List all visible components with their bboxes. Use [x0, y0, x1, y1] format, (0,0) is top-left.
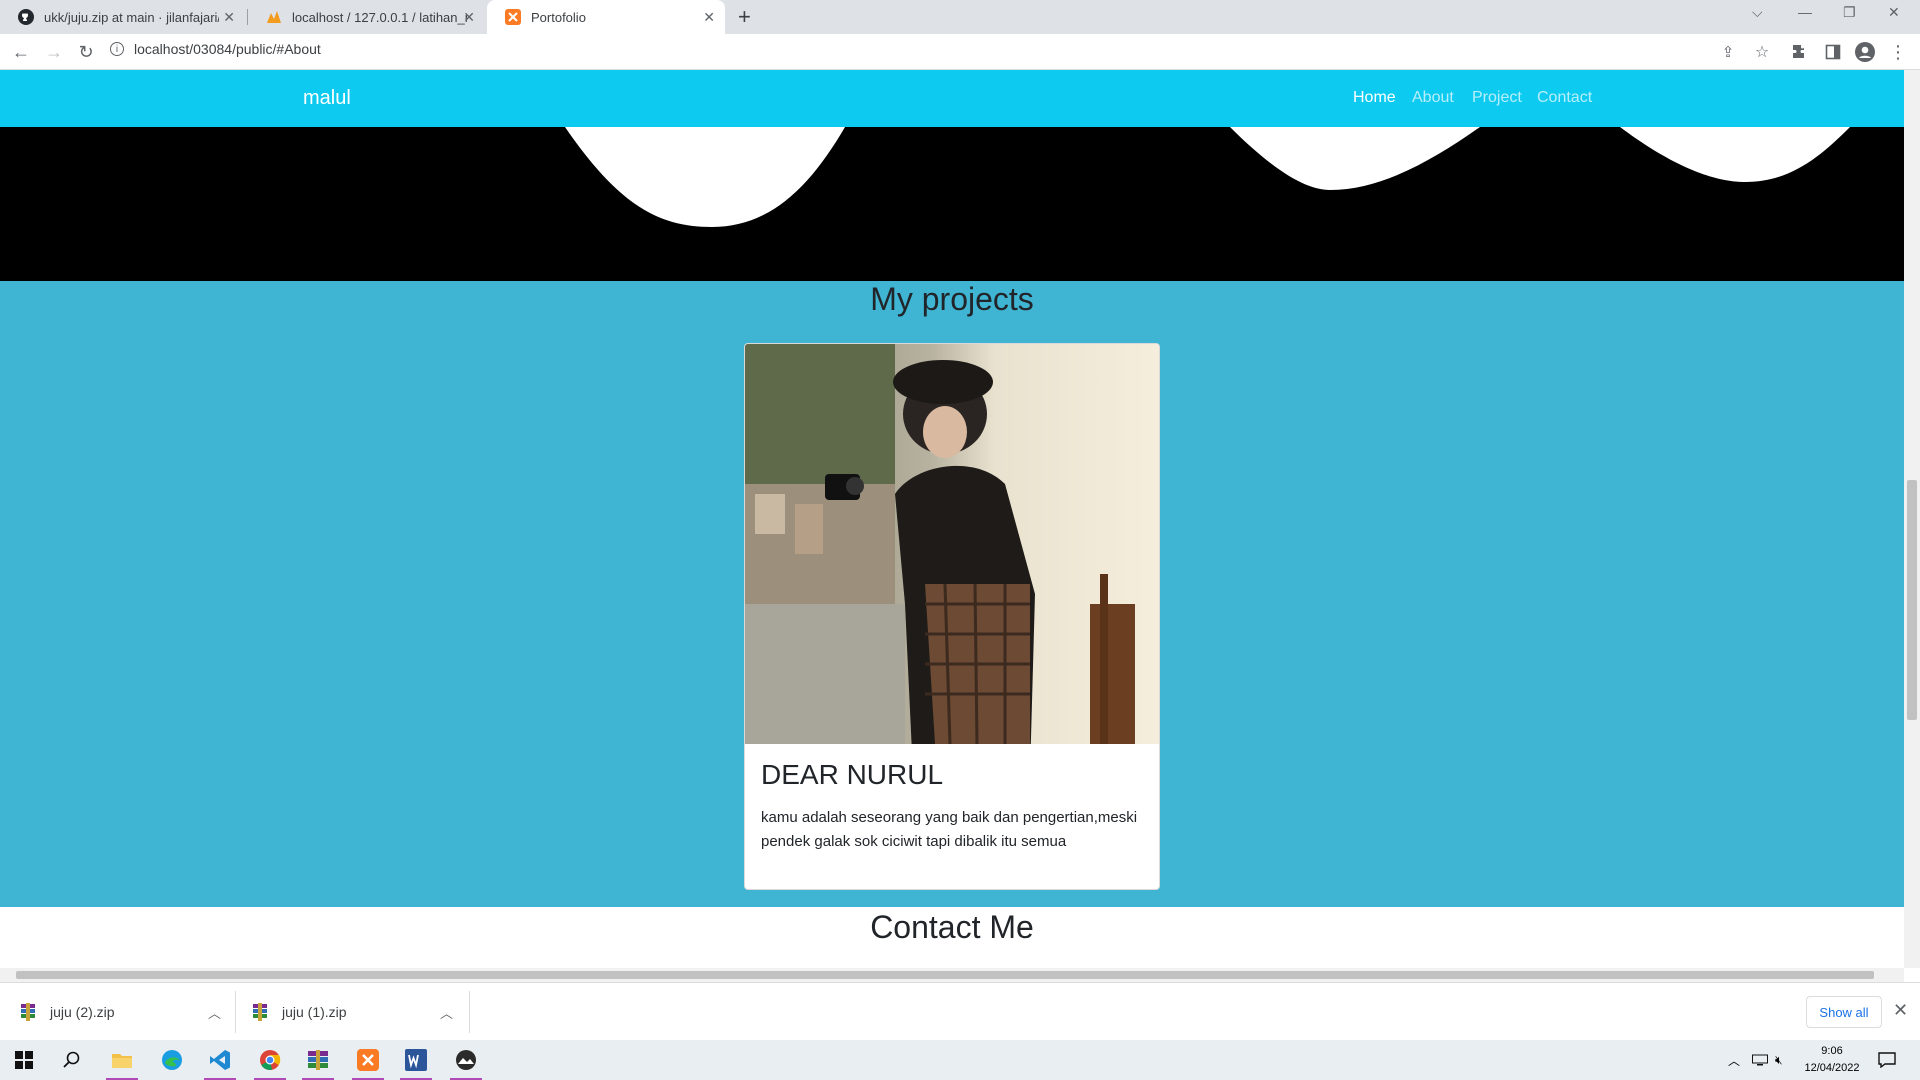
- horizontal-scroll-thumb[interactable]: [16, 971, 1874, 979]
- project-card: DEAR NURUL kamu adalah seseorang yang ba…: [744, 343, 1160, 890]
- restore-icon[interactable]: ❐: [1843, 4, 1856, 21]
- tab-title: Portofolio: [531, 9, 586, 25]
- download-filename: juju (1).zip: [282, 1004, 347, 1020]
- windows-taskbar: ︿ 🔇︎ 9:06 12/04/2022: [0, 1040, 1920, 1080]
- tray-chevron-icon[interactable]: ︿: [1728, 1040, 1740, 1080]
- network-icon[interactable]: [1752, 1040, 1768, 1080]
- browser-tab-strip: ukk/juju.zip at main · jilanfajari/u ✕ l…: [0, 0, 1920, 34]
- tab-github[interactable]: ukk/juju.zip at main · jilanfajari/u ✕: [0, 0, 245, 34]
- vscode-icon[interactable]: [196, 1040, 244, 1080]
- close-tab-icon[interactable]: ✕: [703, 9, 715, 26]
- tab-search-icon[interactable]: ⌵: [1752, 4, 1763, 21]
- clock-time: 9:06: [1821, 1045, 1843, 1057]
- url-text: localhost/03084/public/#About: [134, 41, 321, 57]
- notifications-icon[interactable]: [1878, 1040, 1896, 1080]
- project-photo: [745, 344, 1159, 744]
- share-icon[interactable]: ⇪: [1716, 40, 1740, 64]
- edge-icon[interactable]: [148, 1040, 196, 1080]
- nav-home[interactable]: Home: [1353, 89, 1396, 107]
- nav-contact[interactable]: Contact: [1537, 89, 1592, 107]
- page-viewport: malul Home About Project Contact My proj…: [0, 70, 1904, 968]
- wave-divider: [0, 127, 1904, 281]
- download-item[interactable]: juju (2).zip ︿: [20, 983, 221, 1041]
- phpmyadmin-icon: [266, 9, 282, 25]
- download-separator: [235, 991, 236, 1033]
- tab-portofolio[interactable]: Portofolio ✕: [487, 0, 725, 34]
- photos-icon[interactable]: [442, 1040, 490, 1080]
- show-all-button[interactable]: Show all: [1806, 996, 1882, 1028]
- site-navbar: malul Home About Project Contact: [0, 70, 1904, 127]
- volume-muted-icon[interactable]: 🔇︎: [1775, 1040, 1783, 1080]
- site-brand[interactable]: malul: [303, 87, 351, 110]
- close-tab-icon[interactable]: ✕: [463, 9, 475, 26]
- vertical-scroll-thumb[interactable]: [1907, 480, 1917, 720]
- word-icon[interactable]: [392, 1040, 440, 1080]
- xampp-icon: [505, 9, 521, 25]
- projects-heading: My projects: [870, 281, 1034, 317]
- card-text: kamu adalah seseorang yang baik dan peng…: [761, 809, 1138, 850]
- card-title: DEAR NURUL: [761, 759, 944, 790]
- vertical-scrollbar[interactable]: [1904, 70, 1920, 968]
- xampp-icon[interactable]: [344, 1040, 392, 1080]
- forward-icon[interactable]: →: [42, 40, 66, 64]
- github-icon: [18, 9, 34, 25]
- chrome-icon[interactable]: [246, 1040, 294, 1080]
- download-separator: [469, 991, 470, 1033]
- extensions-icon[interactable]: [1788, 40, 1812, 64]
- reload-icon[interactable]: ↻: [74, 40, 98, 64]
- bookmark-star-icon[interactable]: ☆: [1750, 40, 1774, 64]
- close-tab-icon[interactable]: ✕: [223, 9, 235, 26]
- contact-section: Contact Me: [0, 907, 1904, 968]
- clock-date: 12/04/2022: [1804, 1062, 1860, 1074]
- winrar-icon[interactable]: [294, 1040, 342, 1080]
- close-shelf-icon[interactable]: ✕: [1893, 1000, 1908, 1021]
- close-window-icon[interactable]: ✕: [1888, 4, 1900, 21]
- download-filename: juju (2).zip: [50, 1004, 115, 1020]
- winrar-file-icon: [253, 1003, 267, 1021]
- taskbar-clock[interactable]: 9:06 12/04/2022: [1800, 1043, 1864, 1077]
- new-tab-button[interactable]: +: [738, 4, 751, 30]
- contact-heading: Contact Me: [870, 909, 1034, 945]
- download-shelf: juju (2).zip ︿ juju (1).zip ︿ Show all ✕: [0, 982, 1920, 1040]
- windows-start-icon[interactable]: [0, 1040, 48, 1080]
- chevron-up-icon[interactable]: ︿: [208, 1003, 221, 1022]
- tab-phpmyadmin[interactable]: localhost / 127.0.0.1 / latihan_ma ✕: [248, 0, 485, 34]
- tab-title: localhost / 127.0.0.1 / latihan_ma: [292, 9, 467, 25]
- minimize-icon[interactable]: —: [1798, 4, 1812, 20]
- side-panel-icon[interactable]: [1821, 40, 1845, 64]
- horizontal-scrollbar[interactable]: [0, 968, 1904, 982]
- search-icon[interactable]: [48, 1040, 96, 1080]
- nav-about[interactable]: About: [1412, 89, 1454, 107]
- chevron-up-icon[interactable]: ︿: [440, 1003, 453, 1022]
- wave-shape: [565, 127, 1850, 227]
- menu-kebab-icon[interactable]: ⋮: [1886, 40, 1910, 64]
- winrar-file-icon: [21, 1003, 35, 1021]
- site-info-icon[interactable]: i: [110, 42, 124, 56]
- tab-title: ukk/juju.zip at main · jilanfajari/u: [44, 9, 219, 25]
- back-icon[interactable]: ←: [9, 40, 33, 64]
- download-item[interactable]: juju (1).zip ︿: [252, 983, 453, 1041]
- nav-project[interactable]: Project: [1472, 89, 1522, 107]
- profile-avatar-icon[interactable]: [1853, 40, 1877, 64]
- file-explorer-icon[interactable]: [98, 1040, 146, 1080]
- address-bar[interactable]: i localhost/03084/public/#About: [110, 41, 321, 57]
- browser-toolbar: ← → ↻ i localhost/03084/public/#About ⇪ …: [0, 34, 1920, 70]
- projects-section: My projects DEAR NURUL kamu adalah seseo…: [0, 281, 1904, 907]
